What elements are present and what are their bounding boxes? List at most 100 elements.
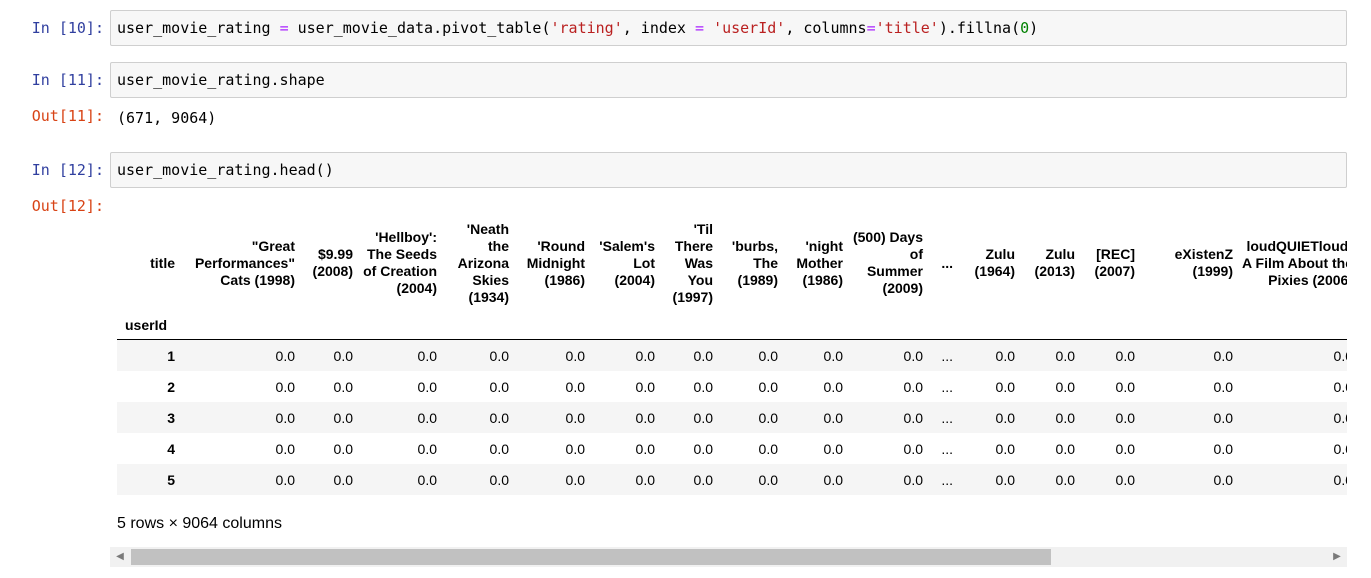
table-cell: 0.0: [1333, 378, 1347, 395]
table-cell: 0.0: [1115, 409, 1135, 426]
code-token: user_movie_rating: [117, 19, 280, 37]
table-cell: 0.0: [489, 347, 509, 364]
code-cell-10[interactable]: user_movie_rating = user_movie_data.pivo…: [110, 10, 1347, 46]
input-prompt-12: In [12]:: [31, 161, 104, 179]
table-cell: 0.0: [758, 440, 778, 457]
table-cell: 0.0: [995, 409, 1015, 426]
row-index: 1: [167, 347, 175, 364]
column-header: (500) Days of Summer (2009): [852, 229, 923, 296]
input-prompt-10: In [10]:: [31, 19, 104, 37]
code-token: =: [279, 19, 289, 37]
scroll-left-arrow-icon[interactable]: ◀: [110, 547, 130, 567]
column-ellipsis: ...: [941, 254, 953, 271]
table-cell: 0.0: [275, 409, 295, 426]
column-header: Zulu (1964): [974, 246, 1015, 279]
dataframe-body: 1 0.0 0.0 0.0 0.0 0.0 0.0 0.0 0.0 0.0 0.0... 0.0 0.0…: [117, 339, 1347, 495]
output-prompt-12: Out[12]:: [31, 197, 104, 215]
dataframe-table: title "Great Performances" Cats (1998) $…: [117, 215, 1347, 495]
code-token: ): [1029, 19, 1039, 37]
table-cell: 0.0: [1333, 409, 1347, 426]
column-header: Zulu (2013): [1034, 246, 1075, 279]
column-header: eXistenZ (1999): [1174, 246, 1233, 279]
scrollbar-thumb[interactable]: [131, 549, 1051, 565]
code-token: 'title': [875, 19, 939, 37]
cell-ellipsis: ...: [941, 378, 953, 395]
code-token: 'userId': [713, 19, 786, 37]
table-cell: 0.0: [1213, 347, 1233, 364]
table-cell: 0.0: [823, 378, 843, 395]
output-prompt-11: Out[11]:: [31, 107, 104, 125]
table-row: 4 0.0 0.0 0.0 0.0 0.0 0.0 0.0 0.0 0.0 0.0... 0.0 0.0…: [117, 433, 1347, 464]
table-cell: 0.0: [1055, 378, 1075, 395]
table-cell: 0.0: [417, 347, 437, 364]
code-text: user_movie_rating.shape: [117, 71, 325, 89]
table-cell: 0.0: [1333, 440, 1347, 457]
table-cell: 0.0: [823, 347, 843, 364]
table-cell: 0.0: [275, 378, 295, 395]
table-row: 3 0.0 0.0 0.0 0.0 0.0 0.0 0.0 0.0 0.0 0.0... 0.0 0.0…: [117, 402, 1347, 433]
table-cell: 0.0: [1115, 347, 1135, 364]
code-cell-11[interactable]: user_movie_rating.shape: [110, 62, 1347, 98]
column-header: 'Salem's Lot (2004): [599, 237, 655, 288]
table-cell: 0.0: [635, 440, 655, 457]
table-cell: 0.0: [635, 378, 655, 395]
code-cell-12[interactable]: user_movie_rating.head(): [110, 152, 1347, 188]
scroll-right-arrow-icon[interactable]: ▶: [1327, 547, 1347, 567]
table-cell: 0.0: [995, 347, 1015, 364]
table-cell: 0.0: [489, 409, 509, 426]
table-cell: 0.0: [1055, 471, 1075, 488]
columns-name-label: title: [150, 254, 175, 271]
table-cell: 0.0: [995, 440, 1015, 457]
table-cell: 0.0: [1333, 347, 1347, 364]
table-cell: 0.0: [758, 378, 778, 395]
row-index: 5: [167, 471, 175, 488]
table-cell: 0.0: [693, 471, 713, 488]
table-cell: 0.0: [1115, 471, 1135, 488]
column-header: 'burbs, The (1989): [731, 237, 778, 288]
table-cell: 0.0: [903, 440, 923, 457]
column-header: 'Round Midnight (1986): [526, 237, 585, 288]
horizontal-scrollbar[interactable]: ◀ ▶: [110, 547, 1347, 567]
table-cell: 0.0: [1213, 471, 1233, 488]
column-header: "Great Performances" Cats (1998): [194, 237, 295, 288]
table-cell: 0.0: [758, 409, 778, 426]
table-cell: 0.0: [565, 378, 585, 395]
code-token: ).fillna(: [938, 19, 1021, 37]
column-header: 'Til There Was You (1997): [672, 220, 713, 305]
table-cell: 0.0: [489, 378, 509, 395]
table-cell: 0.0: [903, 347, 923, 364]
table-cell: 0.0: [635, 409, 655, 426]
table-cell: 0.0: [417, 409, 437, 426]
table-cell: 0.0: [758, 347, 778, 364]
table-cell: 0.0: [333, 378, 353, 395]
column-header: [REC] (2007): [1094, 246, 1135, 279]
index-name-row: userId: [117, 311, 1347, 340]
table-cell: 0.0: [823, 471, 843, 488]
row-index: 3: [167, 409, 175, 426]
dataframe-summary: 5 rows × 9064 columns: [117, 515, 282, 532]
table-cell: 0.0: [333, 347, 353, 364]
table-cell: 0.0: [995, 378, 1015, 395]
table-cell: 0.0: [1115, 378, 1135, 395]
table-cell: 0.0: [1213, 440, 1233, 457]
cell-ellipsis: ...: [941, 440, 953, 457]
code-token: user_movie_data.pivot_table(: [288, 19, 551, 37]
table-cell: 0.0: [1213, 409, 1233, 426]
table-cell: 0.0: [1055, 409, 1075, 426]
table-cell: 0.0: [1055, 347, 1075, 364]
code-token: 'rating': [550, 19, 623, 37]
table-cell: 0.0: [565, 471, 585, 488]
table-row: 5 0.0 0.0 0.0 0.0 0.0 0.0 0.0 0.0 0.0 0.0... 0.0 0.0…: [117, 464, 1347, 495]
table-cell: 0.0: [903, 409, 923, 426]
column-header: 'night Mother (1986): [796, 237, 843, 288]
row-index: 2: [167, 378, 175, 395]
table-cell: 0.0: [275, 440, 295, 457]
table-cell: 0.0: [275, 347, 295, 364]
table-cell: 0.0: [565, 347, 585, 364]
table-cell: 0.0: [693, 440, 713, 457]
table-cell: 0.0: [333, 409, 353, 426]
table-cell: 0.0: [565, 440, 585, 457]
row-index: 4: [167, 440, 175, 457]
table-cell: 0.0: [823, 440, 843, 457]
